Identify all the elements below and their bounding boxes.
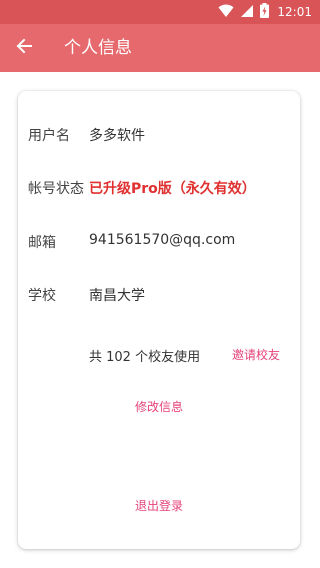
email-value: 941561570@qq.com: [89, 232, 236, 248]
logout-link[interactable]: 退出登录: [135, 497, 183, 514]
username-value: 多多软件: [89, 128, 145, 144]
school-label: 学校: [28, 288, 56, 304]
account-status-label: 帐号状态: [28, 181, 84, 197]
signal-icon: [240, 3, 254, 22]
status-icons: 12:01: [218, 2, 312, 22]
profile-screen: 12:01 个人信息 用户名 多多软件 帐号状态 已升级Pro版（永久有效） 邮…: [0, 0, 320, 568]
status-time: 12:01: [277, 5, 312, 19]
email-label: 邮箱: [28, 235, 56, 251]
app-bar: 个人信息: [0, 24, 320, 72]
page-title: 个人信息: [64, 38, 132, 58]
arrow-left-icon: [16, 38, 32, 58]
edit-info-link[interactable]: 修改信息: [135, 398, 183, 415]
status-bar: 12:01: [0, 0, 320, 24]
wifi-icon: [218, 3, 234, 22]
back-button[interactable]: [8, 32, 40, 64]
profile-card: 用户名 多多软件 帐号状态 已升级Pro版（永久有效） 邮箱 941561570…: [18, 91, 300, 549]
invite-alumni-link[interactable]: 邀请校友: [232, 346, 280, 363]
battery-icon: [260, 2, 270, 22]
school-value: 南昌大学: [89, 288, 145, 304]
username-label: 用户名: [28, 128, 70, 144]
account-status-value: 已升级Pro版（永久有效）: [89, 181, 256, 197]
alumni-count-text: 共 102 个校友使用: [89, 350, 201, 365]
